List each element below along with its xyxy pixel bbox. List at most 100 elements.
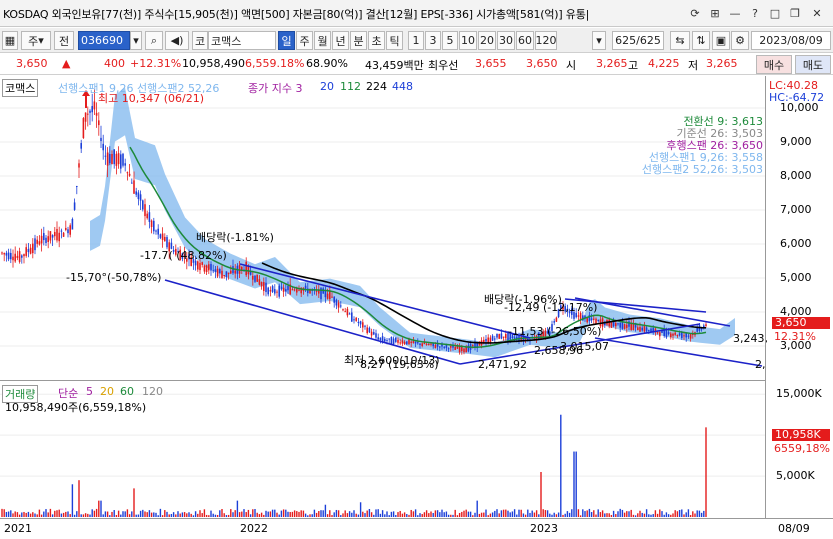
volume-bar — [190, 513, 192, 517]
period-2[interactable]: 월 — [314, 31, 331, 50]
volume-bar — [502, 509, 505, 517]
maximize-icon[interactable]: □ — [766, 4, 784, 22]
volume-bar — [29, 513, 32, 517]
price-chart[interactable]: 코맥스 선행스팬1 9,26 선행스팬2 52,26 종가 지수 3 20 11… — [0, 76, 768, 381]
period-6[interactable]: 틱 — [386, 31, 403, 50]
x-label-2023: 2023 — [530, 522, 558, 535]
candle-body — [260, 282, 263, 287]
candle-body — [681, 332, 683, 338]
volume-bar — [133, 488, 135, 517]
stock-name-field[interactable]: 코맥스 — [208, 31, 276, 50]
period-0[interactable]: 일 — [278, 31, 295, 50]
current-price-tag: 3,650 — [772, 317, 830, 329]
link-icon[interactable]: ⊞ — [706, 4, 724, 22]
interval-3[interactable]: 3 — [425, 31, 441, 50]
interval-5[interactable]: 5 — [442, 31, 458, 50]
volume-bar — [230, 509, 232, 517]
interval-60[interactable]: 60 — [516, 31, 534, 50]
chart-type-icon[interactable]: ⇅ — [692, 31, 710, 50]
volume-bar — [142, 509, 144, 517]
candle-body — [553, 321, 555, 323]
code-prefix: 코 — [192, 31, 208, 50]
candle-body — [626, 324, 628, 328]
volume-bar — [381, 510, 384, 517]
volume-bar — [491, 512, 494, 517]
sound-icon[interactable]: ◀) — [165, 31, 189, 50]
candle-body — [342, 309, 344, 311]
volume-bar — [269, 511, 272, 517]
trade-amount: 43,459백만 — [365, 59, 424, 72]
refresh-icon[interactable]: ⟳ — [686, 4, 704, 22]
volume-chart[interactable]: 거래량 단순 5 20 60 120 10,958,490주(6,559,18%… — [0, 382, 765, 518]
settings-icon[interactable]: ⚙ — [731, 31, 749, 50]
volume-bar — [608, 513, 610, 517]
count-field[interactable]: 625/625 — [612, 31, 664, 50]
interval-120[interactable]: 120 — [535, 31, 557, 50]
volume-bar — [630, 509, 632, 517]
candle-body — [472, 345, 474, 347]
code-dropdown-icon[interactable]: ▾ — [130, 31, 142, 50]
candle-body — [456, 346, 459, 349]
volume-bar — [40, 514, 43, 517]
interval-30[interactable]: 30 — [497, 31, 515, 50]
volume-bar — [54, 510, 56, 517]
volume-bar — [18, 514, 21, 517]
volume-bar — [181, 512, 184, 517]
volume-bar — [476, 500, 478, 517]
help-icon[interactable]: ? — [746, 4, 764, 22]
candle-body — [43, 233, 45, 241]
x-label-2021: 2021 — [4, 522, 32, 535]
volume-bar — [78, 480, 80, 517]
close-icon[interactable]: ✕ — [808, 4, 826, 22]
interval-10[interactable]: 10 — [459, 31, 477, 50]
candle-body — [199, 262, 201, 271]
annotation-right: 3,243, — [733, 332, 768, 345]
prev-button[interactable]: 전 — [54, 31, 74, 50]
chart-menu-icon[interactable]: ▦ — [2, 31, 18, 50]
volume-bar — [568, 512, 571, 517]
volume-bar — [276, 512, 278, 517]
volume-bar — [164, 510, 166, 517]
stock-code-input[interactable]: 036690 — [78, 31, 130, 50]
volume-bar — [32, 512, 34, 517]
buy-button[interactable]: 매수 — [756, 55, 792, 74]
volume-bar — [326, 514, 329, 517]
volume-bar — [617, 511, 619, 517]
volume-bar — [71, 484, 74, 517]
volume-bar — [425, 510, 428, 517]
date-field[interactable]: 2023/08/09 — [751, 31, 831, 50]
y-axis[interactable]: LC:40.28 HC:-64.72 10,000 9,000 8,000 7,000… — [765, 76, 833, 518]
volume-bar — [698, 510, 701, 517]
candle-body — [227, 272, 230, 275]
candle-body — [368, 327, 371, 333]
candle-body — [106, 152, 109, 166]
search-icon[interactable]: ⌕ — [145, 31, 163, 50]
dropdown-icon[interactable]: ▾ — [592, 31, 606, 50]
volume-bar — [271, 509, 274, 517]
period-5[interactable]: 초 — [368, 31, 385, 50]
interval-20[interactable]: 20 — [478, 31, 496, 50]
period-3[interactable]: 년 — [332, 31, 349, 50]
volume-bar — [564, 513, 566, 517]
sell-button[interactable]: 매도 — [795, 55, 831, 74]
volume-bar — [265, 510, 267, 517]
period-1[interactable]: 주 — [296, 31, 313, 50]
volume-bar — [238, 512, 241, 517]
candle-body — [412, 340, 415, 344]
restore-icon[interactable]: ❐ — [786, 4, 804, 22]
interval-1[interactable]: 1 — [408, 31, 424, 50]
market-select[interactable]: 주 ▾ — [21, 31, 51, 50]
candle-body — [430, 343, 432, 345]
candle-body — [131, 182, 133, 184]
volume-bar — [498, 513, 500, 517]
volume-bar — [21, 512, 23, 517]
change-pct: +12.31% — [130, 57, 182, 70]
volume-bar — [403, 512, 406, 517]
minimize-icon[interactable]: — — [726, 4, 744, 22]
candle-body — [14, 253, 16, 262]
volume-bar — [296, 511, 298, 517]
period-4[interactable]: 분 — [350, 31, 367, 50]
save-icon[interactable]: ▣ — [712, 31, 730, 50]
scroll-icon[interactable]: ⇆ — [670, 31, 690, 50]
legend-name[interactable]: 코맥스 — [2, 79, 39, 97]
